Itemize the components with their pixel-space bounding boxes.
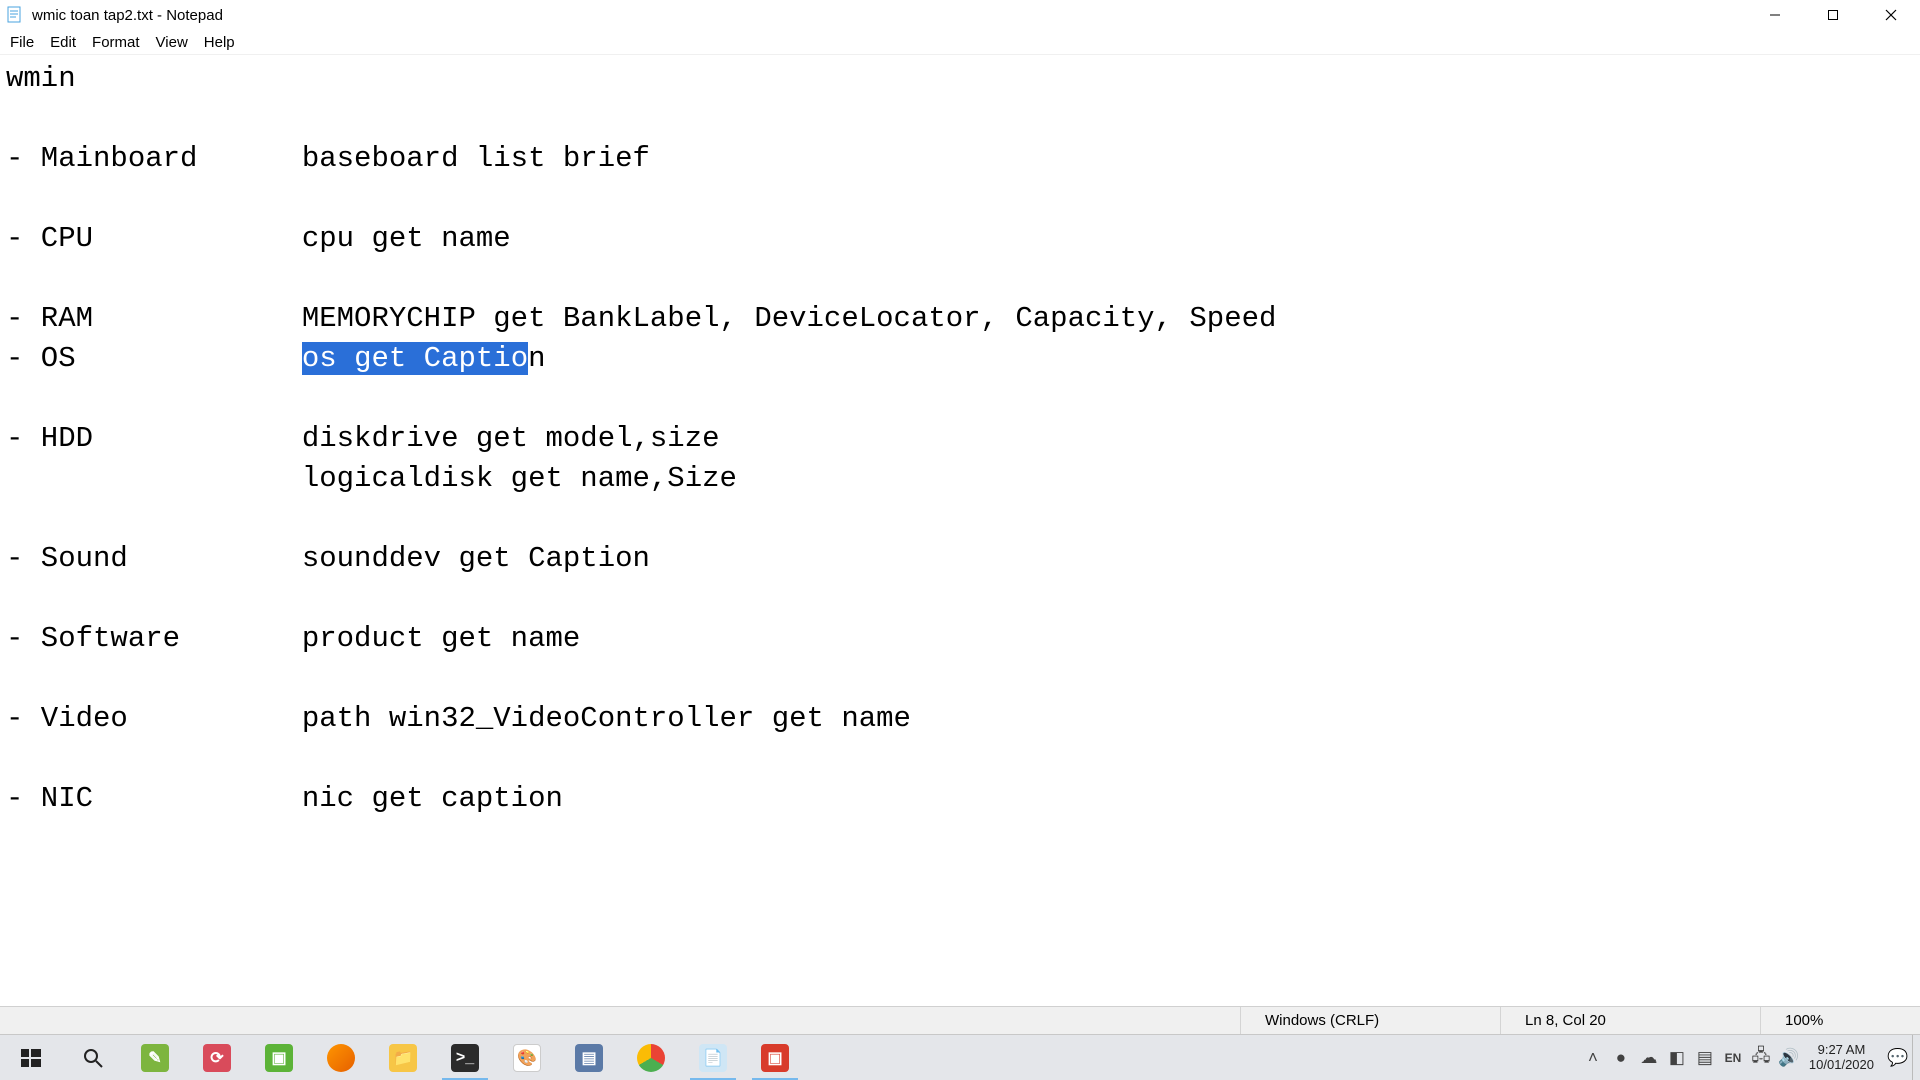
text-line: - Sound sounddev get Caption [6, 542, 650, 575]
app-icon: ✎ [141, 1044, 169, 1072]
tray-language-icon[interactable]: EN [1719, 1035, 1747, 1080]
taskbar-clock[interactable]: 9:27 AM 10/01/2020 [1803, 1043, 1884, 1073]
status-zoom: 100% [1760, 1007, 1920, 1034]
clock-time: 9:27 AM [1809, 1043, 1874, 1058]
app-icon: ▣ [761, 1044, 789, 1072]
text-line: wmin [6, 62, 76, 95]
text-line: - HDD diskdrive get model,size [6, 422, 720, 455]
text-line-prefix: - OS [6, 342, 302, 375]
text-line: - Mainboard baseboard list brief [6, 142, 650, 175]
minimize-button[interactable] [1746, 0, 1804, 30]
text-editor[interactable]: wmin - Mainboard baseboard list brief - … [0, 55, 1920, 1006]
text-line-suffix: n [528, 342, 545, 375]
menu-file[interactable]: File [2, 32, 42, 53]
taskbar-paint[interactable]: 🎨 [496, 1035, 558, 1080]
close-icon [1885, 9, 1897, 21]
tray-app2-icon[interactable]: ▤ [1691, 1035, 1719, 1080]
show-desktop-button[interactable] [1912, 1035, 1920, 1080]
app-icon: ▤ [575, 1044, 603, 1072]
text-line: logicaldisk get name,Size [6, 462, 737, 495]
status-line-ending: Windows (CRLF) [1240, 1007, 1500, 1034]
clock-date: 10/01/2020 [1809, 1058, 1874, 1073]
close-button[interactable] [1862, 0, 1920, 30]
menu-edit[interactable]: Edit [42, 32, 84, 53]
taskbar-right: ˄ ● ☁ ◧ ▤ EN 🖧 🔊 9:27 AM 10/01/2020 💬 [1579, 1035, 1920, 1080]
taskbar-app-5[interactable]: ▣ [744, 1035, 806, 1080]
menu-help[interactable]: Help [196, 32, 243, 53]
text-line: - RAM MEMORYCHIP get BankLabel, DeviceLo… [6, 302, 1276, 335]
notepad-icon: 📄 [699, 1044, 727, 1072]
window-titlebar: wmic toan tap2.txt - Notepad [0, 0, 1920, 30]
maximize-button[interactable] [1804, 0, 1862, 30]
taskbar-chrome[interactable] [620, 1035, 682, 1080]
editor-container: wmin - Mainboard baseboard list brief - … [0, 54, 1920, 1006]
folder-icon: 📁 [389, 1044, 417, 1072]
window-title: wmic toan tap2.txt - Notepad [32, 7, 223, 24]
selected-text: os get Captio [302, 342, 528, 375]
taskbar-app-1[interactable]: ✎ [124, 1035, 186, 1080]
tray-app-icon[interactable]: ◧ [1663, 1035, 1691, 1080]
taskbar: ✎ ⟳ ▣ 📁 >_ 🎨 ▤ 📄 ▣ ˄ ● ☁ ◧ ▤ EN 🖧 🔊 9:27… [0, 1034, 1920, 1080]
search-button[interactable] [62, 1035, 124, 1080]
minimize-icon [1769, 9, 1781, 21]
paint-icon: 🎨 [513, 1044, 541, 1072]
start-button[interactable] [0, 1035, 62, 1080]
status-cursor-position: Ln 8, Col 20 [1500, 1007, 1760, 1034]
app-icon: ⟳ [203, 1044, 231, 1072]
text-line: - CPU cpu get name [6, 222, 511, 255]
firefox-icon [327, 1044, 355, 1072]
windows-logo-icon [16, 1043, 46, 1073]
menu-view[interactable]: View [148, 32, 196, 53]
text-line: - Video path win32_VideoController get n… [6, 702, 911, 735]
terminal-icon: >_ [451, 1044, 479, 1072]
notepad-app-icon [4, 4, 26, 26]
status-bar: Windows (CRLF) Ln 8, Col 20 100% [0, 1006, 1920, 1034]
search-icon [78, 1043, 108, 1073]
taskbar-firefox[interactable] [310, 1035, 372, 1080]
tray-chevron-up-icon[interactable]: ˄ [1579, 1035, 1607, 1080]
taskbar-app-3[interactable]: ▣ [248, 1035, 310, 1080]
tray-status-icon[interactable]: ● [1607, 1035, 1635, 1080]
text-line: - Software product get name [6, 622, 580, 655]
maximize-icon [1827, 9, 1839, 21]
taskbar-app-4[interactable]: ▤ [558, 1035, 620, 1080]
tray-volume-icon[interactable]: 🔊 [1775, 1035, 1803, 1080]
taskbar-terminal[interactable]: >_ [434, 1035, 496, 1080]
taskbar-notepad[interactable]: 📄 [682, 1035, 744, 1080]
taskbar-file-explorer[interactable]: 📁 [372, 1035, 434, 1080]
tray-network-icon[interactable]: 🖧 [1747, 1035, 1775, 1080]
menu-format[interactable]: Format [84, 32, 148, 53]
taskbar-app-2[interactable]: ⟳ [186, 1035, 248, 1080]
chrome-icon [637, 1044, 665, 1072]
app-icon: ▣ [265, 1044, 293, 1072]
taskbar-left: ✎ ⟳ ▣ 📁 >_ 🎨 ▤ 📄 ▣ [0, 1035, 806, 1080]
menu-bar: File Edit Format View Help [0, 30, 1920, 54]
tray-notifications-icon[interactable]: 💬 [1884, 1035, 1912, 1080]
tray-onedrive-icon[interactable]: ☁ [1635, 1035, 1663, 1080]
text-line: - NIC nic get caption [6, 782, 563, 815]
